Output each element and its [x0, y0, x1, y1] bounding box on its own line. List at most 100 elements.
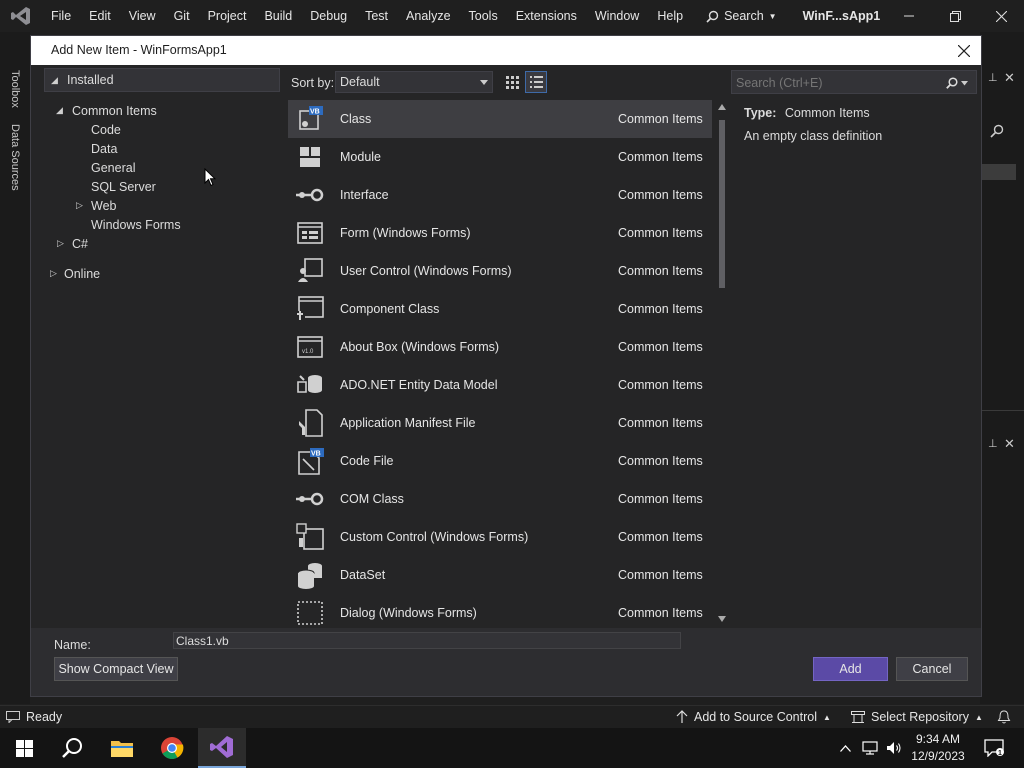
- tree-item-web[interactable]: ▷ Web: [76, 196, 116, 215]
- action-center-button[interactable]: 1: [972, 728, 1016, 768]
- chrome-button[interactable]: [148, 728, 196, 768]
- list-item[interactable]: v1.0 About Box (Windows Forms) Common It…: [288, 328, 712, 366]
- tree-item-windows-forms[interactable]: Windows Forms: [91, 215, 181, 234]
- item-category: Common Items: [618, 568, 703, 582]
- list-item[interactable]: Form (Windows Forms) Common Items: [288, 214, 712, 252]
- volume-button[interactable]: [882, 728, 906, 768]
- list-item[interactable]: VB Class Common Items: [288, 100, 712, 138]
- type-label: Type:: [744, 106, 777, 120]
- add-to-source-control-button[interactable]: Add to Source Control ▲: [676, 710, 831, 724]
- tree-label: General: [91, 160, 136, 175]
- scroll-up-icon[interactable]: [718, 104, 726, 110]
- notifications-button[interactable]: [997, 710, 1011, 724]
- menu-item-debug[interactable]: Debug: [301, 0, 356, 32]
- list-item[interactable]: Dialog (Windows Forms) Common Items: [288, 594, 712, 628]
- taskbar-search-button[interactable]: [48, 728, 96, 768]
- list-item[interactable]: Application Manifest File Common Items: [288, 404, 712, 442]
- taskbar-clock[interactable]: 9:34 AM 12/9/2023: [906, 731, 970, 765]
- svg-text:VB: VB: [311, 451, 321, 458]
- start-button[interactable]: [0, 728, 48, 768]
- menu-item-help[interactable]: Help: [648, 0, 692, 32]
- network-button[interactable]: [858, 728, 882, 768]
- scrollbar-thumb[interactable]: [719, 120, 725, 288]
- code-file-icon: VB: [288, 442, 332, 480]
- close-icon: [995, 10, 1007, 22]
- tree-installed-header[interactable]: ◢ Installed: [44, 68, 280, 92]
- list-item[interactable]: Component Class Common Items: [288, 290, 712, 328]
- show-hidden-icons-button[interactable]: [834, 728, 856, 768]
- menu-item-extensions[interactable]: Extensions: [507, 0, 586, 32]
- tree-item-code[interactable]: Code: [91, 120, 121, 139]
- menu-item-project[interactable]: Project: [199, 0, 256, 32]
- dialog-titlebar[interactable]: Add New Item - WinFormsApp1: [31, 36, 981, 65]
- list-view-button[interactable]: [525, 71, 547, 93]
- show-compact-view-button[interactable]: Show Compact View: [54, 657, 178, 681]
- search-options-button[interactable]: [944, 75, 970, 91]
- notification-icon: 1: [984, 739, 1004, 757]
- minimize-icon: [904, 15, 914, 17]
- vs-right-panel-strip: ⊥ ✕ ⊥ ✕: [980, 32, 1024, 704]
- minimize-button[interactable]: [886, 0, 932, 32]
- visual-studio-logo-icon[interactable]: [0, 0, 42, 32]
- item-category: Common Items: [618, 340, 703, 354]
- tree-item-common-items[interactable]: ◢ Common Items: [56, 101, 157, 120]
- module-icon: [288, 138, 332, 176]
- close-icon[interactable]: ✕: [1004, 436, 1015, 452]
- list-item[interactable]: User Control (Windows Forms) Common Item…: [288, 252, 712, 290]
- template-search-input[interactable]: [736, 75, 936, 91]
- menu-item-build[interactable]: Build: [255, 0, 301, 32]
- item-category: Common Items: [618, 150, 703, 164]
- close-window-button[interactable]: [978, 0, 1024, 32]
- select-repository-button[interactable]: Select Repository ▲: [851, 710, 983, 724]
- list-item[interactable]: DataSet Common Items: [288, 556, 712, 594]
- close-icon[interactable]: ✕: [1004, 70, 1015, 86]
- sort-dropdown[interactable]: Default: [335, 71, 493, 93]
- menu-item-window[interactable]: Window: [586, 0, 648, 32]
- tree-item-data[interactable]: Data: [91, 139, 117, 158]
- restore-button[interactable]: [932, 0, 978, 32]
- status-text: Ready: [26, 710, 63, 724]
- menu-item-tools[interactable]: Tools: [460, 0, 507, 32]
- cancel-button[interactable]: Cancel: [896, 657, 968, 681]
- sort-toolbar: Sort by: Default: [287, 69, 717, 95]
- search-icon[interactable]: [990, 124, 1004, 141]
- list-item[interactable]: COM Class Common Items: [288, 480, 712, 518]
- template-tree: ◢ Installed ◢ Common Items Code Data Gen…: [42, 67, 282, 628]
- item-name: Class: [340, 112, 372, 126]
- global-search-button[interactable]: Search ▼: [698, 9, 785, 23]
- add-button[interactable]: Add: [813, 657, 888, 681]
- status-ready: Ready: [6, 710, 62, 724]
- dialog-icon: [288, 594, 332, 628]
- item-name-input[interactable]: [173, 632, 681, 649]
- tree-item-csharp[interactable]: ▷ C#: [57, 234, 88, 253]
- pin-icon[interactable]: ⊥: [988, 71, 998, 84]
- svg-text:1: 1: [998, 750, 1002, 757]
- dialog-close-button[interactable]: [955, 42, 973, 60]
- solution-name[interactable]: WinF...sApp1: [803, 9, 881, 23]
- list-item[interactable]: Interface Common Items: [288, 176, 712, 214]
- list-item[interactable]: ADO.NET Entity Data Model Common Items: [288, 366, 712, 404]
- menu-item-file[interactable]: File: [42, 0, 80, 32]
- list-item[interactable]: Module Common Items: [288, 138, 712, 176]
- menu-item-view[interactable]: View: [120, 0, 165, 32]
- tree-label: Web: [91, 198, 117, 213]
- tree-item-sql-server[interactable]: SQL Server: [91, 177, 156, 196]
- file-explorer-button[interactable]: [98, 728, 146, 768]
- menu-item-edit[interactable]: Edit: [80, 0, 120, 32]
- data-sources-tab[interactable]: Data Sources: [9, 124, 21, 191]
- menu-item-analyze[interactable]: Analyze: [397, 0, 459, 32]
- toolbox-tab[interactable]: Toolbox: [9, 70, 21, 108]
- menu-item-git[interactable]: Git: [165, 0, 199, 32]
- template-list-scrollbar[interactable]: [715, 102, 729, 626]
- list-item[interactable]: VB Code File Common Items: [288, 442, 712, 480]
- menu-item-test[interactable]: Test: [356, 0, 397, 32]
- list-item[interactable]: Custom Control (Windows Forms) Common It…: [288, 518, 712, 556]
- pin-icon[interactable]: ⊥: [988, 437, 998, 450]
- tree-item-online[interactable]: ▷ Online: [50, 264, 100, 283]
- grid-view-button[interactable]: [501, 71, 523, 93]
- tree-item-general[interactable]: General: [91, 158, 135, 177]
- scroll-down-icon[interactable]: [718, 616, 726, 622]
- entity-model-icon: [288, 366, 332, 404]
- visual-studio-taskbar-button[interactable]: [198, 728, 246, 768]
- item-category: Common Items: [618, 416, 703, 430]
